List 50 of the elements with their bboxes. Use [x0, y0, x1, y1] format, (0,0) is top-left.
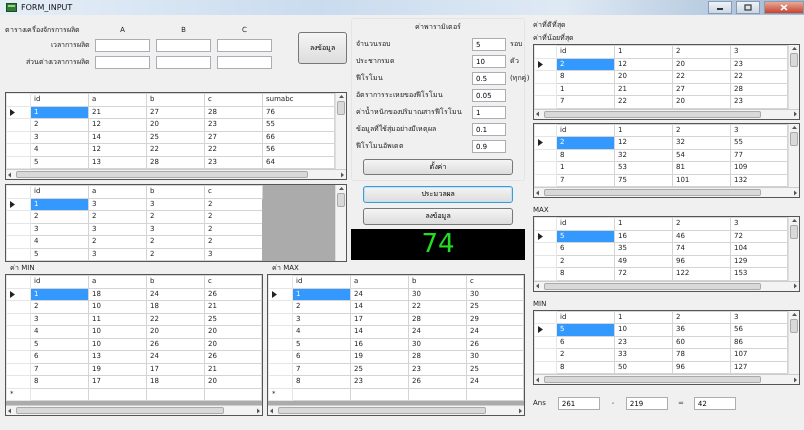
scroll-thumb[interactable]: [544, 189, 761, 196]
vertical-scrollbar[interactable]: [788, 310, 799, 374]
input-field[interactable]: [156, 39, 211, 52]
vertical-scrollbar[interactable]: [335, 93, 346, 169]
scroll-up-arrow-icon: [790, 217, 798, 223]
result-display: 74: [351, 229, 525, 260]
horizontal-scrollbar[interactable]: [6, 169, 346, 179]
scroll-left-arrow-icon: [534, 110, 542, 118]
scroll-thumb[interactable]: [544, 376, 761, 383]
horizontal-scrollbar[interactable]: [534, 187, 799, 197]
minimize-button[interactable]: [708, 1, 732, 14]
input-field[interactable]: [217, 56, 272, 69]
scroll-up-arrow-icon: [790, 310, 798, 316]
scroll-right-arrow-icon: [791, 282, 799, 290]
close-button[interactable]: [764, 1, 804, 14]
scroll-thumb[interactable]: [790, 225, 798, 239]
app-icon: [6, 3, 17, 12]
scroll-up-arrow-icon: [790, 45, 798, 51]
horizontal-scrollbar[interactable]: [6, 405, 262, 415]
vertical-scrollbar[interactable]: [788, 217, 799, 280]
input-field[interactable]: [217, 39, 272, 52]
scroll-thumb[interactable]: [16, 407, 224, 414]
input-field[interactable]: [95, 39, 150, 52]
input-field[interactable]: [156, 56, 211, 69]
horizontal-scrollbar[interactable]: [268, 405, 524, 415]
horizontal-scrollbar[interactable]: [534, 280, 799, 290]
vertical-scrollbar[interactable]: [788, 45, 799, 108]
scroll-thumb[interactable]: [337, 101, 345, 115]
input-field[interactable]: [95, 56, 150, 69]
scroll-right-arrow-icon: [791, 110, 799, 118]
scroll-thumb[interactable]: [337, 193, 345, 207]
vertical-scrollbar[interactable]: [788, 124, 799, 187]
scroll-up-arrow-icon: [338, 185, 344, 191]
maximize-icon: [744, 4, 752, 11]
scroll-thumb[interactable]: [790, 53, 798, 67]
horizontal-scrollbar[interactable]: [534, 374, 799, 384]
close-icon: [780, 4, 788, 11]
maximize-button[interactable]: [736, 1, 760, 14]
scroll-thumb[interactable]: [790, 132, 798, 146]
horizontal-scrollbar[interactable]: [534, 108, 799, 118]
scroll-thumb[interactable]: [16, 171, 308, 178]
vertical-scrollbar[interactable]: [335, 185, 346, 261]
scroll-thumb[interactable]: [790, 318, 798, 332]
scroll-left-arrow-icon: [534, 282, 542, 290]
window-title: FORM_INPUT: [21, 2, 72, 12]
scroll-thumb[interactable]: [544, 110, 761, 118]
scroll-thumb[interactable]: [544, 282, 761, 290]
scroll-thumb[interactable]: [278, 407, 486, 414]
scroll-up-arrow-icon: [338, 93, 344, 99]
scroll-up-arrow-icon: [790, 124, 798, 130]
